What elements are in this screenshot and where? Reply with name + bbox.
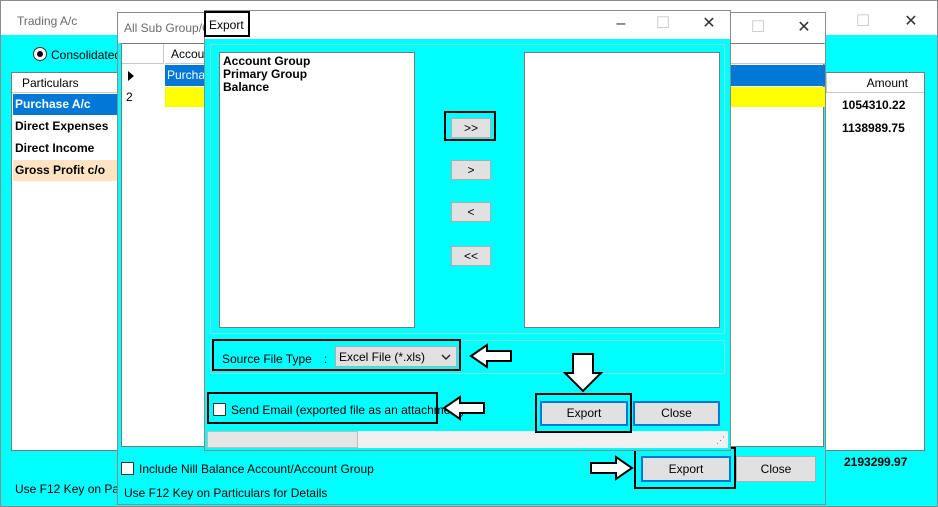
export-title-highlight [204, 11, 250, 37]
available-fields-list[interactable]: Account Group Primary Group Balance [219, 52, 415, 328]
arrow-left-icon [442, 395, 485, 421]
close-icon[interactable]: ✕ [699, 15, 719, 33]
include-nill-label: Include Nill Balance Account/Account Gro… [139, 462, 374, 476]
status-strip [358, 431, 728, 448]
move-all-right-highlight [444, 111, 496, 141]
subgroup-window-title: All Sub Group/G [124, 21, 212, 35]
row-purchase-account[interactable]: Purchase A/c [13, 94, 119, 115]
move-all-left-button[interactable]: << [451, 246, 491, 266]
arrow-down-icon [562, 353, 604, 393]
arrow-left-icon [469, 343, 512, 369]
consolidated-radio[interactable] [33, 47, 47, 61]
include-nill-checkbox[interactable] [121, 462, 134, 475]
trading-total: 2193299.97 [844, 455, 908, 469]
row-label: Direct Expenses [15, 119, 109, 133]
maximize-icon[interactable]: ☐ [853, 13, 873, 31]
row-direct-income[interactable]: Direct Income [13, 138, 119, 159]
purchase-amount: 1054310.22 [842, 98, 906, 112]
close-icon[interactable]: ✕ [794, 19, 814, 37]
resize-grip-icon[interactable]: ⋰ [716, 435, 725, 446]
consolidated-label: Consolidated [51, 48, 122, 62]
row-label: Purchase A/c [15, 97, 91, 111]
selected-fields-list[interactable] [524, 52, 720, 328]
export-titlebar: Export – ☐ ✕ [205, 11, 730, 39]
export-button-highlight [535, 393, 632, 433]
maximize-icon[interactable]: ☐ [653, 15, 673, 33]
trading-window-title: Trading A/c [17, 14, 78, 28]
progress-bar [207, 431, 358, 448]
row-label: Gross Profit c/o [15, 163, 106, 177]
subgroup-footer-hint: Use F12 Key on Particulars for Details [124, 486, 328, 500]
row-gross-profit[interactable]: Gross Profit c/o [13, 160, 119, 181]
move-right-button[interactable]: > [451, 160, 491, 180]
send-email-highlight [207, 392, 438, 424]
subgroup-close-button[interactable]: Close [736, 456, 816, 482]
move-left-button[interactable]: < [451, 202, 491, 222]
close-button[interactable]: Close [633, 401, 720, 426]
amount-header: Amount [826, 73, 924, 93]
maximize-icon[interactable]: ☐ [748, 19, 768, 37]
direct-expenses-amount: 1138989.75 [842, 121, 905, 135]
row-header-corner [122, 44, 164, 64]
export-dialog: Export – ☐ ✕ Account Group Primary Group… [204, 10, 731, 451]
close-icon[interactable]: ✕ [901, 13, 921, 31]
subgroup-row-2-number: 2 [126, 90, 133, 104]
row-label: Direct Income [15, 141, 95, 155]
source-type-highlight [212, 339, 461, 371]
field-item[interactable]: Balance [223, 81, 269, 94]
arrow-right-icon [590, 455, 634, 481]
particulars-header: Particulars [12, 73, 122, 93]
subgroup-export-highlight [634, 447, 736, 489]
row-selector-icon [128, 71, 134, 81]
minimize-icon[interactable]: – [611, 15, 631, 33]
row-direct-expenses[interactable]: Direct Expenses [13, 116, 119, 137]
